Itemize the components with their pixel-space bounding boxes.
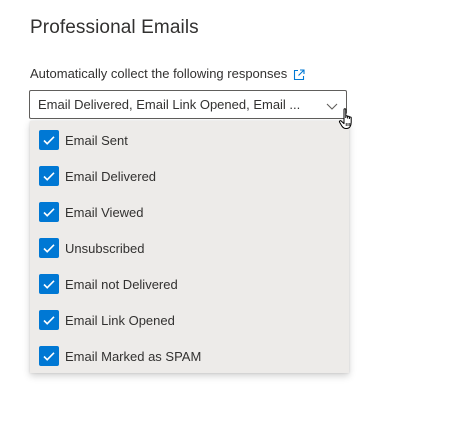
option-label: Email not Delivered <box>65 276 178 292</box>
option-label: Email Marked as SPAM <box>65 348 202 364</box>
field-label: Automatically collect the following resp… <box>30 66 288 81</box>
option-label: Unsubscribed <box>65 240 145 256</box>
checkbox-checked[interactable] <box>39 130 59 150</box>
responses-dropdown[interactable]: Email Delivered, Email Link Opened, Emai… <box>29 90 347 119</box>
option-label: Email Viewed <box>65 204 144 220</box>
professional-emails-panel: Professional Emails Automatically collec… <box>0 0 470 421</box>
responses-options-menu: Email Sent Email Delivered Email Viewed … <box>30 121 349 373</box>
checkbox-checked[interactable] <box>39 238 59 258</box>
option-label: Email Delivered <box>65 168 157 184</box>
option-email-delivered[interactable]: Email Delivered <box>30 158 349 194</box>
checkmark-icon <box>43 208 55 217</box>
option-email-link-opened[interactable]: Email Link Opened <box>30 302 349 338</box>
checkbox-checked[interactable] <box>39 274 59 294</box>
option-label: Email Link Opened <box>65 312 175 328</box>
checkmark-icon <box>43 316 55 325</box>
field-label-row: Automatically collect the following resp… <box>30 66 305 81</box>
chevron-down-icon <box>326 99 338 111</box>
option-unsubscribed[interactable]: Unsubscribed <box>30 230 349 266</box>
checkbox-checked[interactable] <box>39 310 59 330</box>
open-in-new-window-icon[interactable] <box>293 68 305 80</box>
checkbox-checked[interactable] <box>39 202 59 222</box>
option-email-sent[interactable]: Email Sent <box>30 122 349 158</box>
checkbox-checked[interactable] <box>39 346 59 366</box>
option-email-marked-as-spam[interactable]: Email Marked as SPAM <box>30 338 349 374</box>
checkmark-icon <box>43 280 55 289</box>
dropdown-selected-value: Email Delivered, Email Link Opened, Emai… <box>38 97 301 112</box>
checkbox-checked[interactable] <box>39 166 59 186</box>
checkmark-icon <box>43 172 55 181</box>
checkmark-icon <box>43 136 55 145</box>
option-label: Email Sent <box>65 132 128 148</box>
option-email-not-delivered[interactable]: Email not Delivered <box>30 266 349 302</box>
checkmark-icon <box>43 244 55 253</box>
option-email-viewed[interactable]: Email Viewed <box>30 194 349 230</box>
hand-pointer-icon <box>338 107 358 131</box>
checkmark-icon <box>43 352 55 361</box>
section-title: Professional Emails <box>30 17 199 38</box>
